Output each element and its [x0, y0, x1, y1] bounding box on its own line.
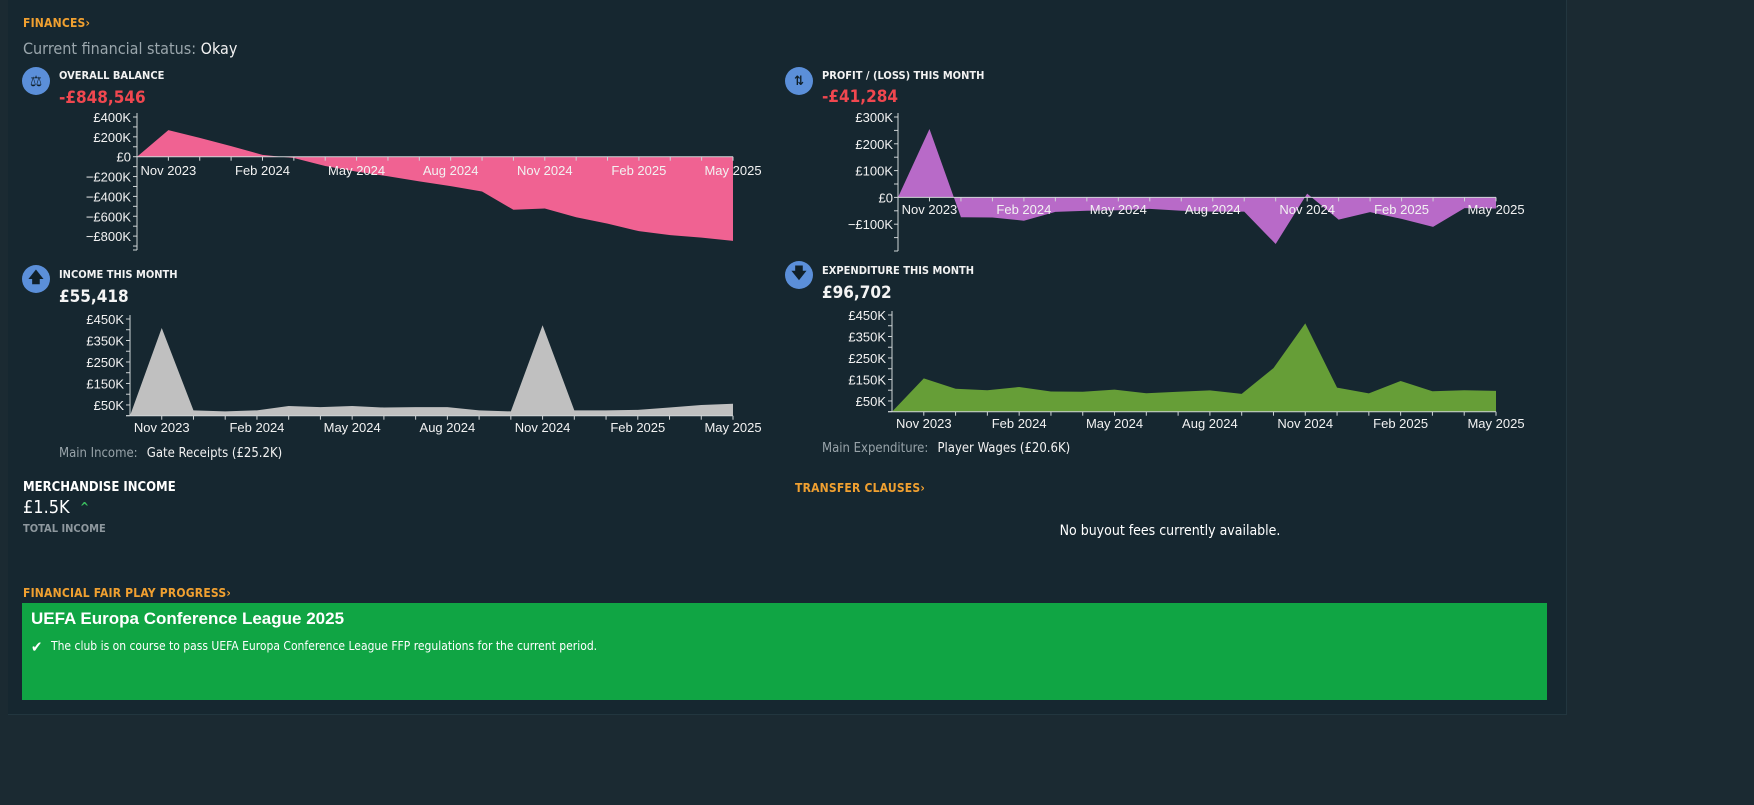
income-y-tick-label: £450K: [86, 312, 124, 327]
balance-y-tick-label: −£200K: [86, 170, 132, 185]
profit-y-tick-label: £200K: [855, 137, 893, 152]
profit-x-tick-label: Feb 2024: [996, 202, 1051, 217]
profit-x-tick-label: May 2024: [1090, 202, 1147, 217]
income-x-tick-label: May 2025: [704, 420, 761, 435]
income-x-tick-label: Nov 2023: [134, 420, 190, 435]
expenditure-x-tick-label: May 2024: [1086, 416, 1143, 431]
income-y-tick-label: £350K: [86, 333, 124, 348]
balance-x-tick-label: Feb 2024: [235, 163, 290, 178]
finance-charts: £400K £200K £0 −£200K −£400K −£600K −£800K Nov …: [86, 110, 1525, 435]
expenditure-y-tick-label: £350K: [848, 329, 886, 344]
expenditure-x-tick-label: Nov 2024: [1277, 416, 1333, 431]
balance-x-tick-label: Nov 2023: [141, 163, 197, 178]
balance-x-tick-label: May 2024: [328, 163, 385, 178]
balance-y-tick-label: £400K: [93, 110, 131, 125]
expenditure-y-tick-label: £150K: [848, 372, 886, 387]
balance-x-tick-label: Nov 2024: [517, 163, 573, 178]
expenditure-x-tick-label: Nov 2023: [896, 416, 952, 431]
expenditure-x-tick-label: May 2025: [1467, 416, 1524, 431]
balance-y-tick-label: −£600K: [86, 209, 132, 224]
balance-y-tick-label: −£800K: [86, 229, 132, 244]
income-x-tick-label: Feb 2025: [610, 420, 665, 435]
balance-y-tick-label: £200K: [93, 130, 131, 145]
profit-y-tick-label: £100K: [855, 164, 893, 179]
income-x-tick-label: Nov 2024: [515, 420, 571, 435]
profit-y-tick-label: £300K: [855, 110, 893, 125]
balance-x-tick-label: Aug 2024: [423, 163, 479, 178]
expenditure-y-tick-label: £50K: [856, 394, 887, 409]
balance-x-tick-label: Feb 2025: [611, 163, 666, 178]
income-area: [130, 325, 733, 416]
profit-x-tick-label: May 2025: [1467, 202, 1524, 217]
income-x-tick-label: Feb 2024: [229, 420, 284, 435]
profit-area: [898, 129, 1496, 245]
profit-x-tick-label: Nov 2023: [902, 202, 958, 217]
profit-x-tick-label: Aug 2024: [1185, 202, 1241, 217]
profit-x-tick-label: Nov 2024: [1279, 202, 1335, 217]
balance-y-tick-label: £0: [117, 150, 131, 165]
balance-y-tick-label: −£400K: [86, 189, 132, 204]
income-x-tick-label: May 2024: [324, 420, 381, 435]
profit-y-tick-label: £0: [879, 190, 893, 205]
income-y-tick-label: £150K: [86, 376, 124, 391]
profit-x-tick-label: Feb 2025: [1374, 202, 1429, 217]
expenditure-area: [892, 323, 1496, 412]
balance-x-tick-label: May 2025: [704, 163, 761, 178]
expenditure-x-tick-label: Feb 2024: [992, 416, 1047, 431]
expenditure-x-tick-label: Feb 2025: [1373, 416, 1428, 431]
profit-y-tick-label: −£100K: [848, 217, 894, 232]
income-y-tick-label: £50K: [94, 398, 125, 413]
expenditure-y-tick-label: £450K: [848, 308, 886, 323]
income-y-tick-label: £250K: [86, 355, 124, 370]
expenditure-y-tick-label: £250K: [848, 351, 886, 366]
balance-area: [137, 130, 733, 241]
income-x-tick-label: Aug 2024: [420, 420, 476, 435]
expenditure-x-tick-label: Aug 2024: [1182, 416, 1238, 431]
